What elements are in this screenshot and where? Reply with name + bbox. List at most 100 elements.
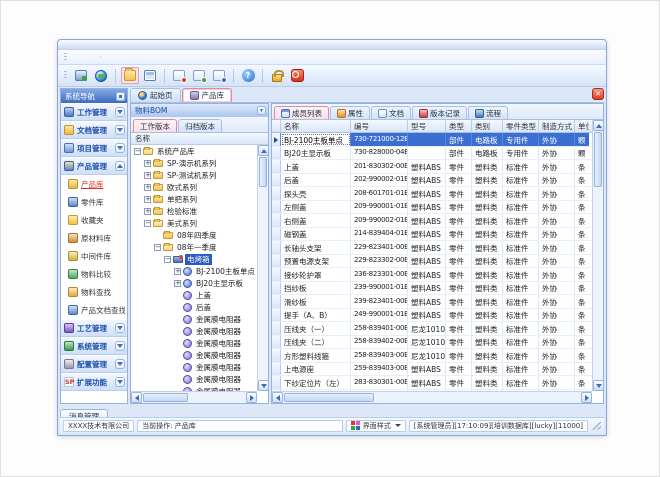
- scroll-left-button[interactable]: [272, 392, 283, 403]
- table-row[interactable]: 接纱轮护罩 236-823301-00E 塑料ABS 零件 塑料类 标准件 外协…: [272, 268, 592, 282]
- tree-node[interactable]: 金属膜电阻器: [131, 313, 257, 325]
- close-tab-button[interactable]: ✕: [592, 88, 604, 100]
- table-row[interactable]: 滑纱板 239-823401-00E 塑料ABS 零件 塑料类 标准件 外协 条: [272, 295, 592, 309]
- nav-entry[interactable]: 文档管理: [61, 121, 127, 139]
- tree-node[interactable]: − 08年一季度: [131, 241, 257, 253]
- chevron-button[interactable]: [115, 359, 125, 369]
- nav-entry[interactable]: 产品文档查找: [61, 301, 127, 319]
- tree-node[interactable]: − 美式系列: [131, 217, 257, 229]
- member-tab[interactable]: 成员列表: [274, 106, 329, 119]
- nav-entry[interactable]: 产品管理: [61, 157, 127, 175]
- member-tab[interactable]: 版本记录: [412, 106, 467, 119]
- menu-item[interactable]: [117, 56, 131, 58]
- tree-node[interactable]: − 电烤箱: [131, 253, 257, 265]
- table-row[interactable]: BJ20主显示板 730-828000-04E 部件 电路板 专用件 外协 颗: [272, 147, 592, 161]
- scroll-thumb[interactable]: [284, 393, 374, 402]
- tree-node[interactable]: 金属膜电阻器: [131, 349, 257, 361]
- tree-node[interactable]: 金属膜电阻器: [131, 337, 257, 349]
- column-header[interactable]: 型号: [408, 120, 446, 132]
- tree-node[interactable]: + SP-测试机系列: [131, 169, 257, 181]
- scroll-up-button[interactable]: [593, 120, 603, 131]
- tree-node[interactable]: 金属膜电阻器: [131, 325, 257, 337]
- scroll-down-button[interactable]: [258, 380, 268, 391]
- nav-entry[interactable]: SP 扩展功能: [61, 373, 127, 391]
- tree-node[interactable]: + SP-演示机系列: [131, 157, 257, 169]
- scroll-right-button[interactable]: [246, 392, 257, 403]
- window-titlebar[interactable]: [58, 40, 606, 50]
- expand-icon[interactable]: +: [174, 280, 181, 287]
- chevron-button[interactable]: [115, 161, 125, 171]
- tree-horizontal-scrollbar[interactable]: [131, 391, 257, 403]
- tree-column-header[interactable]: 名称: [131, 133, 268, 145]
- lock-button[interactable]: [268, 67, 286, 84]
- nav-entry[interactable]: 工艺管理: [61, 319, 127, 337]
- nav-entry[interactable]: 原材料库: [61, 229, 127, 247]
- nav-entry[interactable]: 系统管理: [61, 337, 127, 355]
- table-row[interactable]: 磁钢盖 214-839404-01E 塑料ABS 零件 塑料类 标准件 外协 条: [272, 228, 592, 242]
- toolbar-grip[interactable]: [64, 71, 67, 80]
- table-row[interactable]: 压线夹（二） 258-839402-00E 尼龙1010 零件 塑料类 标准件 …: [272, 336, 592, 350]
- column-header[interactable]: 名称: [281, 120, 351, 132]
- nav-entry[interactable]: 零件库: [61, 193, 127, 211]
- table-row[interactable]: BJ-2100主板单点 730-721000-12E 部件 电路板 专用件 外协…: [272, 133, 592, 147]
- collapse-icon[interactable]: −: [164, 256, 171, 263]
- table-row[interactable]: 提手（A、B） 249-990001-01E 塑料ABS 零件 塑料类 标准件 …: [272, 309, 592, 323]
- tree-node[interactable]: + BJ-2100主板单点: [131, 265, 257, 277]
- collapse-icon[interactable]: −: [134, 148, 141, 155]
- table-row[interactable]: 下纱定位片（左） 283-830301-00E 塑料ABS 零件 塑料类 标准件…: [272, 376, 592, 390]
- web-button[interactable]: [92, 67, 110, 84]
- menu-grip[interactable]: [64, 53, 67, 62]
- resize-grip[interactable]: [592, 421, 601, 430]
- column-header[interactable]: 类型: [446, 120, 472, 132]
- member-tab[interactable]: 流程: [468, 106, 508, 119]
- table-row[interactable]: 后盖 202-990002-01E 塑料ABS 零件 塑料类 标准件 外协 条: [272, 174, 592, 188]
- layout-button[interactable]: [141, 67, 159, 84]
- version-tab[interactable]: 工作版本: [133, 119, 177, 132]
- tree-vertical-scrollbar[interactable]: [257, 145, 268, 391]
- table-row[interactable]: 长轴头支架 229-823401-00E 塑料ABS 零件 塑料类 标准件 外协…: [272, 241, 592, 255]
- tree-node[interactable]: 金属膜电阻器: [131, 373, 257, 385]
- menu-item[interactable]: [100, 56, 117, 58]
- exit-button[interactable]: [288, 67, 306, 84]
- nav-entry[interactable]: 配置管理: [61, 355, 127, 373]
- expand-icon[interactable]: +: [174, 268, 181, 275]
- expand-icon[interactable]: +: [144, 196, 151, 203]
- member-tab[interactable]: 属性: [330, 106, 370, 119]
- scroll-down-button[interactable]: [593, 380, 603, 391]
- tree-node[interactable]: 后盖: [131, 301, 257, 313]
- bom-panel-button[interactable]: ▾: [257, 106, 266, 115]
- chevron-button[interactable]: [115, 143, 125, 153]
- table-row[interactable]: 右侧盖 209-990002-01E 塑料ABS 零件 塑料类 标准件 外协 条: [272, 214, 592, 228]
- column-header[interactable]: 类别: [472, 120, 503, 132]
- sidebar-options-button[interactable]: ▪: [116, 92, 125, 101]
- chevron-button[interactable]: [115, 323, 125, 333]
- nav-entry[interactable]: 项目管理: [61, 139, 127, 157]
- chevron-button[interactable]: [115, 125, 125, 135]
- refresh-doc-button[interactable]: [210, 67, 228, 84]
- tab-start-page[interactable]: 起始页: [130, 88, 181, 102]
- column-header[interactable]: 制造方式: [539, 120, 575, 132]
- table-row[interactable]: 探头壳 208-601701-01E 塑料ABS 零件 塑料类 标准件 外协 条: [272, 187, 592, 201]
- table-row[interactable]: 上盖 201-830302-00E 塑料ABS 零件 塑料类 标准件 外协 条: [272, 160, 592, 174]
- expand-icon[interactable]: +: [144, 208, 151, 215]
- scroll-thumb[interactable]: [259, 157, 267, 187]
- nav-entry[interactable]: 物料查找: [61, 283, 127, 301]
- column-header[interactable]: 编号: [351, 120, 408, 132]
- column-header[interactable]: 单位: [575, 120, 589, 132]
- member-tab[interactable]: 文档: [371, 106, 411, 119]
- expand-icon[interactable]: +: [144, 160, 151, 167]
- scroll-up-button[interactable]: [258, 145, 268, 156]
- nav-entry[interactable]: 物料比较: [61, 265, 127, 283]
- menu-item[interactable]: [70, 56, 84, 58]
- chevron-button[interactable]: [115, 377, 125, 387]
- chevron-button[interactable]: [115, 341, 125, 351]
- nav-entry[interactable]: 收藏夹: [61, 211, 127, 229]
- table-row[interactable]: 上电源座 259-839403-00E 塑料ABS 零件 塑料类 标准件 外协 …: [272, 363, 592, 377]
- nav-entry[interactable]: 产品库: [61, 175, 127, 193]
- new-doc-button[interactable]: [190, 67, 208, 84]
- grid-horizontal-scrollbar[interactable]: [272, 391, 592, 403]
- version-tab[interactable]: 归档版本: [178, 119, 222, 132]
- scroll-thumb[interactable]: [143, 393, 188, 402]
- tree-node[interactable]: 08年四季度: [131, 229, 257, 241]
- table-row[interactable]: 左侧盖 209-990001-01E 塑料ABS 零件 塑料类 标准件 外协 条: [272, 201, 592, 215]
